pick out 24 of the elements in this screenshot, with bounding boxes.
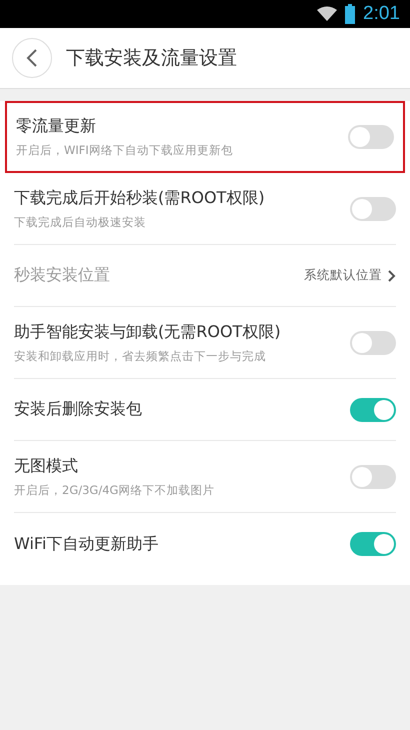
toggle-switch[interactable] xyxy=(350,398,396,422)
wifi-icon xyxy=(317,6,338,22)
setting-title: WiFi下自动更新助手 xyxy=(14,534,158,554)
setting-description: 开启后，2G/3G/4G网络下不加载图片 xyxy=(14,482,214,498)
toggle-switch[interactable] xyxy=(348,125,394,149)
setting-title: 秒装安装位置 xyxy=(14,265,110,286)
toggle-switch[interactable] xyxy=(350,196,396,220)
toggle-switch[interactable] xyxy=(350,464,396,488)
setting-description: 开启后，WIFI网络下自动下载应用更新包 xyxy=(16,143,233,158)
page-title: 下载安装及流量设置 xyxy=(66,46,237,71)
chevron-left-icon xyxy=(26,48,38,68)
setting-title: 助手智能安装与卸载(无需ROOT权限) xyxy=(14,322,281,342)
setting-title: 无图模式 xyxy=(14,456,79,476)
status-time: 2:01 xyxy=(363,3,400,25)
toggle-switch[interactable] xyxy=(350,532,396,556)
battery-icon xyxy=(345,4,356,24)
setting-title: 下载完成后开始秒装(需ROOT权限) xyxy=(14,188,265,208)
setting-title: 安装后删除安装包 xyxy=(14,399,142,420)
setting-description: 下载完成后自动极速安装 xyxy=(14,214,147,230)
back-button[interactable] xyxy=(12,38,52,78)
chevron-right-icon xyxy=(388,270,396,282)
setting-title: 零流量更新 xyxy=(16,116,97,137)
toggle-switch[interactable] xyxy=(350,330,396,354)
setting-description: 安装和卸载应用时，省去频繁点击下一步与完成 xyxy=(14,348,267,364)
